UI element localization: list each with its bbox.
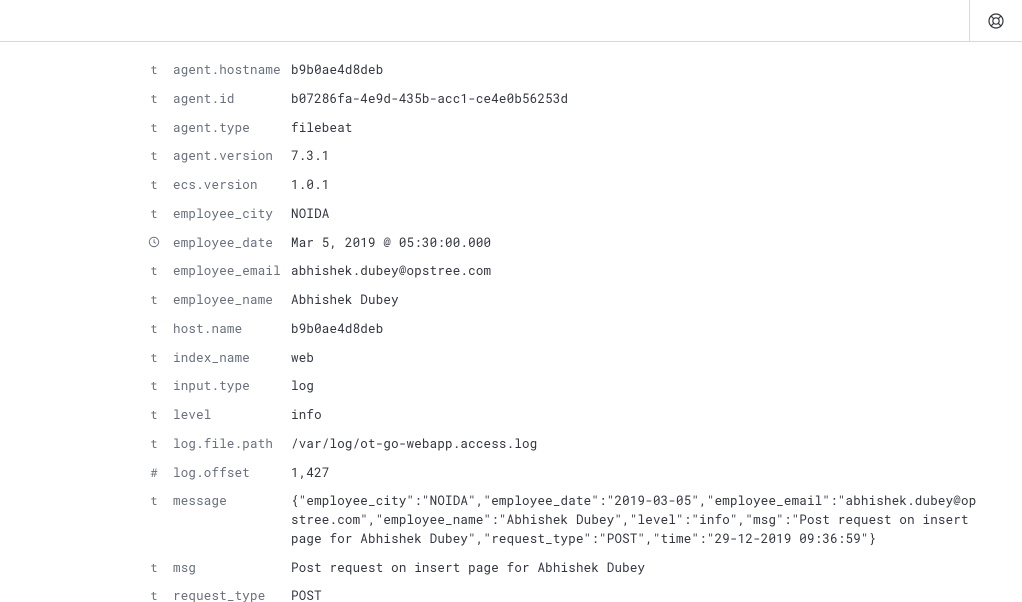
field-name[interactable]: agent.hostname [163, 61, 291, 80]
field-row: tagent.typefilebeat [0, 114, 1022, 143]
field-row: temployee_cityNOIDA [0, 200, 1022, 229]
field-value[interactable]: b07286fa-4e9d-435b-acc1-ce4e0b56253d [291, 90, 1022, 109]
field-name[interactable]: employee_city [163, 205, 291, 224]
field-row: tmessage{"employee_city":"NOIDA","employ… [0, 487, 1022, 553]
field-name[interactable]: message [163, 492, 291, 511]
field-row: trequest_typePOST [0, 582, 1022, 602]
text-type-icon: t [145, 262, 163, 280]
field-value[interactable]: NOIDA [291, 205, 1022, 224]
field-name[interactable]: input.type [163, 377, 291, 396]
text-type-icon: t [145, 559, 163, 577]
field-name[interactable]: agent.id [163, 90, 291, 109]
field-value[interactable]: 7.3.1 [291, 147, 1022, 166]
field-name[interactable]: employee_date [163, 234, 291, 253]
field-value[interactable]: POST [291, 587, 1022, 602]
text-type-icon: t [145, 205, 163, 223]
text-type-icon: t [145, 377, 163, 395]
field-row: tagent.version7.3.1 [0, 142, 1022, 171]
field-value[interactable]: filebeat [291, 119, 1022, 138]
help-icon[interactable] [988, 13, 1004, 29]
field-row: temployee_emailabhishek.dubey@opstree.co… [0, 257, 1022, 286]
clock-icon [145, 234, 163, 252]
text-type-icon: t [145, 147, 163, 165]
field-row: tecs.version1.0.1 [0, 171, 1022, 200]
text-type-icon: t [145, 435, 163, 453]
text-type-icon: t [145, 176, 163, 194]
field-name[interactable]: agent.version [163, 147, 291, 166]
field-row: #log.offset1,427 [0, 459, 1022, 488]
text-type-icon: t [145, 349, 163, 367]
field-row: employee_dateMar 5, 2019 @ 05:30:00.000 [0, 229, 1022, 258]
text-type-icon: t [145, 320, 163, 338]
field-value[interactable]: log [291, 377, 1022, 396]
field-row: temployee_nameAbhishek Dubey [0, 286, 1022, 315]
text-type-icon: t [145, 61, 163, 79]
number-type-icon: # [145, 464, 163, 482]
field-value[interactable]: info [291, 406, 1022, 425]
field-value[interactable]: abhishek.dubey@opstree.com [291, 262, 1022, 281]
field-row: tlog.file.path/var/log/ot-go-webapp.acce… [0, 430, 1022, 459]
text-type-icon: t [145, 90, 163, 108]
topbar [0, 0, 1022, 42]
document-fields-table: tagent.hostnameb9b0ae4d8debtagent.idb072… [0, 42, 1022, 602]
text-type-icon: t [145, 492, 163, 510]
field-value[interactable]: Mar 5, 2019 @ 05:30:00.000 [291, 234, 1022, 253]
topbar-divider [969, 0, 970, 42]
field-row: thost.nameb9b0ae4d8deb [0, 315, 1022, 344]
text-type-icon: t [145, 291, 163, 309]
text-type-icon: t [145, 406, 163, 424]
field-name[interactable]: agent.type [163, 119, 291, 138]
field-value[interactable]: b9b0ae4d8deb [291, 320, 1022, 339]
text-type-icon: t [145, 119, 163, 137]
field-row: tmsgPost request on insert page for Abhi… [0, 554, 1022, 583]
field-row: tinput.typelog [0, 372, 1022, 401]
field-value[interactable]: Abhishek Dubey [291, 291, 1022, 310]
field-value[interactable]: Post request on insert page for Abhishek… [291, 559, 1022, 578]
field-name[interactable]: ecs.version [163, 176, 291, 195]
field-row: tindex_nameweb [0, 344, 1022, 373]
field-name[interactable]: employee_email [163, 262, 291, 281]
field-value[interactable]: 1.0.1 [291, 176, 1022, 195]
field-name[interactable]: log.file.path [163, 435, 291, 454]
field-value[interactable]: /var/log/ot-go-webapp.access.log [291, 435, 1022, 454]
field-name[interactable]: log.offset [163, 464, 291, 483]
field-row: tagent.hostnameb9b0ae4d8deb [0, 56, 1022, 85]
field-row: tagent.idb07286fa-4e9d-435b-acc1-ce4e0b5… [0, 85, 1022, 114]
text-type-icon: t [145, 587, 163, 602]
field-value[interactable]: web [291, 349, 1022, 368]
field-name[interactable]: host.name [163, 320, 291, 339]
field-name[interactable]: level [163, 406, 291, 425]
field-name[interactable]: employee_name [163, 291, 291, 310]
field-value[interactable]: b9b0ae4d8deb [291, 61, 1022, 80]
field-value[interactable]: {"employee_city":"NOIDA","employee_date"… [291, 492, 1022, 548]
field-name[interactable]: request_type [163, 587, 291, 602]
field-name[interactable]: msg [163, 559, 291, 578]
field-row: tlevelinfo [0, 401, 1022, 430]
field-name[interactable]: index_name [163, 349, 291, 368]
field-value[interactable]: 1,427 [291, 464, 1022, 483]
